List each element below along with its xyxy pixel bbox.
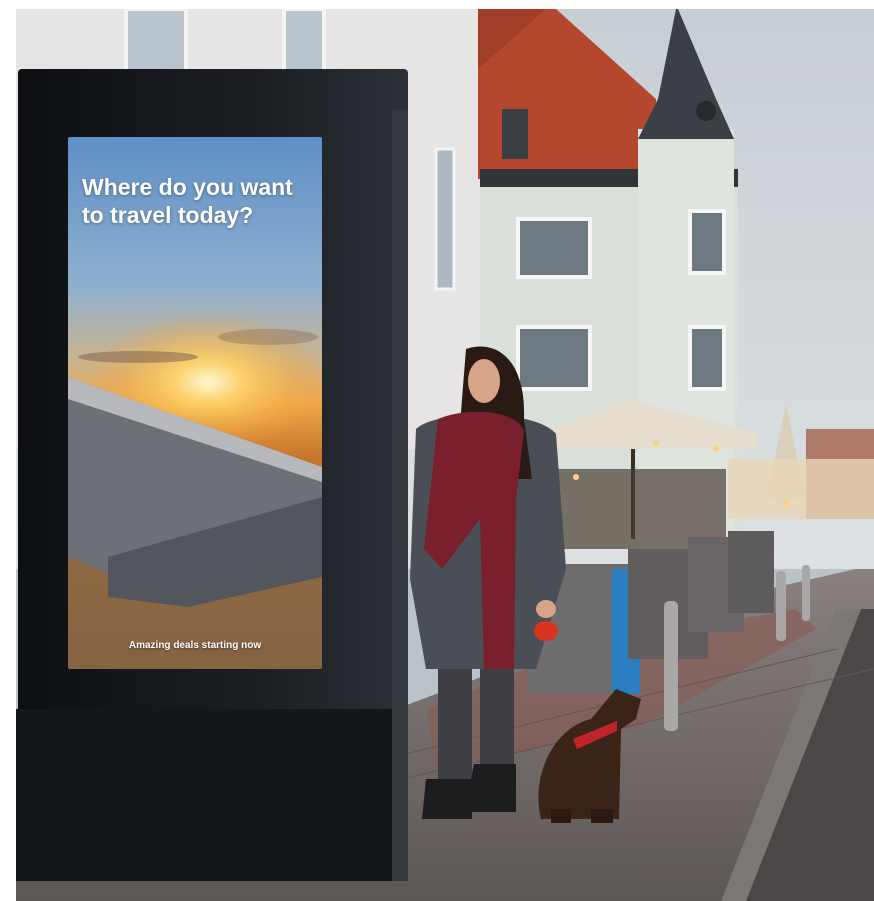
digital-billboard: Where do you want to travel today? Amazi… bbox=[16, 69, 408, 881]
billboard-screen: Where do you want to travel today? Amazi… bbox=[68, 137, 322, 669]
ad-tagline: Amazing deals starting now bbox=[128, 640, 262, 651]
leash-handle bbox=[534, 621, 558, 641]
bollard bbox=[664, 601, 678, 731]
ad-headline: Where do you want to travel today? bbox=[82, 174, 293, 228]
photo: Where do you want to travel today? Amazi… bbox=[16, 9, 874, 901]
street-scene: Where do you want to travel today? Amazi… bbox=[0, 0, 874, 901]
dog bbox=[538, 689, 641, 823]
